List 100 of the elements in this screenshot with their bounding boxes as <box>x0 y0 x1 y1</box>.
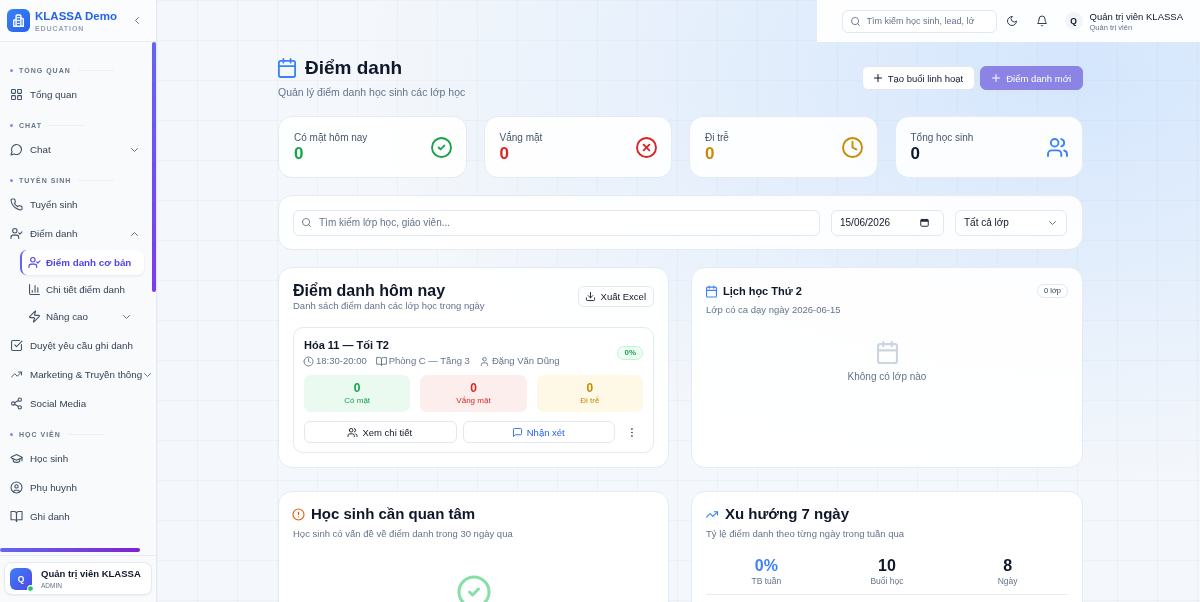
graduation-cap-icon <box>11 453 22 464</box>
rate-badge: 0% <box>617 346 643 360</box>
page-title: Điểm danh <box>305 56 403 80</box>
card-title: Học sinh cần quan tâm <box>311 505 476 523</box>
moon-icon[interactable] <box>1006 16 1017 26</box>
phone-icon <box>11 199 22 210</box>
calendar-icon <box>706 285 717 297</box>
card-subtitle: Tỷ lệ điểm danh theo từng ngày trong tuần qua <box>706 528 906 540</box>
section-dot-icon <box>10 179 13 182</box>
user-check-icon <box>11 228 22 239</box>
chat-bubble-icon <box>11 144 22 155</box>
create-session-button[interactable]: Tạo buổi linh hoạt <box>861 66 976 90</box>
plus-icon <box>873 74 882 82</box>
users-icon <box>1048 138 1067 157</box>
building-logo-icon <box>7 9 30 32</box>
card-title: Lịch học Thứ 2 <box>723 285 802 297</box>
book-icon <box>376 356 386 366</box>
message-icon <box>512 427 522 437</box>
stat-label: Đi trễ <box>705 131 729 144</box>
class-select[interactable]: Tất cả lớp <box>955 209 1067 236</box>
metric-label: TB tuần <box>751 576 782 587</box>
nav-item[interactable]: Phụ huynh <box>4 473 152 502</box>
stat-label: Có mặt hôm nay <box>294 131 368 144</box>
count-value: 0 <box>353 381 361 395</box>
stat-value: 0 <box>910 144 921 163</box>
users-icon <box>348 427 358 437</box>
empty-message: Không có lớp nào <box>847 371 927 383</box>
card-title: Điểm danh hôm nay <box>293 281 447 300</box>
collapse-icon[interactable] <box>135 17 139 24</box>
nav-item[interactable]: Social Media <box>4 389 152 418</box>
x-circle-icon <box>637 138 656 157</box>
nav-subitem[interactable]: Điểm danh cơ bản <box>20 250 144 275</box>
section-dot-icon <box>10 433 13 436</box>
class-teacher: Đặng Văn Dũng <box>491 355 560 367</box>
brand-name: KLASSA Demo <box>35 8 117 23</box>
stat-value: 0 <box>705 144 716 163</box>
nav-item[interactable]: Chat <box>4 135 152 164</box>
clock-icon <box>842 138 862 157</box>
details-button[interactable]: Xem chi tiết <box>304 421 457 443</box>
share-icon <box>11 398 22 409</box>
metric-value: 8 <box>1003 556 1013 576</box>
card-subtitle: Lớp có ca dạy ngày 2026-06-15 <box>706 304 842 316</box>
calendar-icon <box>920 218 929 227</box>
class-room: Phòng C — Tầng 3 <box>388 355 470 367</box>
nav-item[interactable]: Duyệt yêu cầu ghi danh <box>4 331 152 360</box>
count-label: Đi trễ <box>580 396 600 406</box>
user-check-icon <box>29 257 40 268</box>
scrollbar[interactable] <box>0 548 140 552</box>
user-avatar: Q <box>10 567 32 590</box>
page-subtitle: Quản lý điểm danh học sinh các lớp học <box>278 86 466 98</box>
stat-value: 0 <box>499 144 510 163</box>
lightning-icon <box>29 311 40 322</box>
stat-value: 0 <box>294 144 305 163</box>
user-name: Quản trị viên KLASSA <box>1089 10 1183 23</box>
clock-icon <box>304 356 313 366</box>
class-name: Hóa 11 — Tối T2 <box>304 339 390 352</box>
stat-label: Tổng học sinh <box>910 131 974 144</box>
search-field[interactable]: Tìm kiếm lớp học, giáo viên... <box>293 209 820 236</box>
metric-label: Buổi học <box>870 576 904 587</box>
metric-label: Ngày <box>997 576 1018 587</box>
check-circle-icon <box>431 138 451 157</box>
checkbox-icon <box>11 340 22 351</box>
nav-item[interactable]: Điểm danh <box>4 219 152 248</box>
export-button[interactable]: Xuất Excel <box>577 285 654 307</box>
card-subtitle: Danh sách điểm danh các lớp học trong ngày <box>293 300 485 311</box>
download-icon <box>585 291 595 301</box>
nav-subitem[interactable]: Nâng cao <box>20 304 144 329</box>
card-subtitle: Học sinh có vấn đề về điểm danh trong 30 ngày qua <box>293 528 514 540</box>
stat-label: Vắng mặt <box>499 131 543 144</box>
calendar-icon <box>278 59 296 77</box>
user-avatar[interactable]: Q <box>1064 12 1083 30</box>
grid-icon <box>11 89 22 100</box>
card-title: Xu hướng 7 ngày <box>725 505 850 523</box>
alert-icon <box>293 508 304 520</box>
metric-value: 10 <box>878 556 896 576</box>
nav-item[interactable]: Marketing & Truyền thông <box>4 360 152 389</box>
nav-item[interactable]: Ghi danh <box>4 502 152 531</box>
section-dot-icon <box>10 124 13 127</box>
nav-subitem[interactable]: Chi tiết điểm danh <box>20 277 144 302</box>
bell-icon[interactable] <box>1036 16 1047 26</box>
scrollbar[interactable] <box>152 42 156 292</box>
user-circle-icon <box>11 482 22 493</box>
trend-up-icon <box>706 510 718 518</box>
count-label: Vắng mặt <box>456 396 491 406</box>
comment-button[interactable]: Nhận xét <box>462 421 615 443</box>
nav-item[interactable]: Tuyển sinh <box>4 190 152 219</box>
count-value: 0 <box>470 381 477 395</box>
date-field[interactable]: 15/06/2026 <box>831 209 944 236</box>
user-name: Quản trị viên KLASSA <box>41 567 141 580</box>
check-circle-icon <box>458 577 489 602</box>
chevron-down-icon <box>1049 220 1056 225</box>
class-time: 18:30-20:00 <box>316 355 367 367</box>
metric-value: 0% <box>754 556 778 576</box>
section-dot-icon <box>10 69 13 72</box>
search-icon <box>302 218 311 227</box>
search-field[interactable]: Tìm kiếm học sinh, lead, lớ <box>841 9 997 33</box>
nav-item[interactable]: Học sinh <box>4 444 152 473</box>
count-label: Có mặt <box>344 396 371 406</box>
nav-item[interactable]: Tổng quan <box>4 80 152 109</box>
calendar-icon <box>876 342 898 363</box>
